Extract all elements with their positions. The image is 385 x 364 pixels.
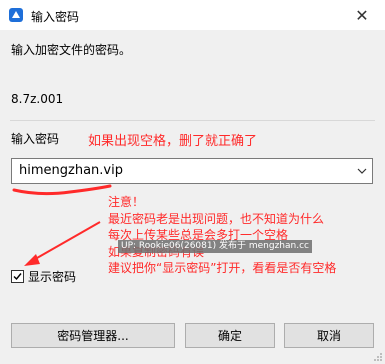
- annotation-top-note: 如果出现空格，删了就正确了: [88, 134, 258, 149]
- title-bar: 输入密码 ✕: [0, 0, 385, 30]
- annotation-notes: 注意！ 最近密码老是出现问题，也不知道为什么 每次上传某些总是会多打一个空格 如…: [108, 194, 336, 277]
- resize-grip-icon[interactable]: [373, 352, 383, 362]
- password-label: 输入密码: [11, 132, 60, 146]
- dropdown-button[interactable]: [352, 159, 372, 183]
- show-password-label: 显示密码: [28, 269, 77, 284]
- show-password-checkbox[interactable]: [11, 269, 24, 283]
- divider: [10, 120, 375, 121]
- close-button[interactable]: ✕: [339, 0, 385, 30]
- annotation-line: 注意！: [108, 195, 145, 209]
- annotation-line: 建议把你“显示密码”打开，看看是否有空格: [108, 261, 337, 276]
- checkmark-icon: [13, 272, 22, 280]
- annotation-arrow-head: [24, 254, 40, 266]
- dialog-prompt: 输入加密文件的密码。: [11, 43, 132, 57]
- annotation-underline: [12, 184, 112, 196]
- ok-button[interactable]: 确定: [185, 323, 275, 348]
- password-input[interactable]: himengzhan.vip: [19, 163, 123, 178]
- password-combobox[interactable]: himengzhan.vip: [11, 158, 373, 184]
- cancel-button[interactable]: 取消: [284, 323, 374, 348]
- app-icon: [9, 8, 23, 22]
- watermark-label: UP: Rookie06(26081) 发布于 mengzhan.cc: [118, 240, 312, 253]
- close-icon: ✕: [355, 5, 369, 25]
- password-manager-button[interactable]: 密码管理器...: [11, 323, 175, 348]
- annotation-arrow-line: [29, 221, 101, 263]
- chevron-down-icon: [357, 168, 367, 174]
- archive-filename: 8.7z.001: [11, 92, 64, 106]
- window-title: 输入密码: [31, 10, 80, 24]
- annotation-line: 最近密码老是出现问题，也不知道为什么: [108, 211, 325, 226]
- show-password-checkbox-row[interactable]: 显示密码: [11, 268, 76, 284]
